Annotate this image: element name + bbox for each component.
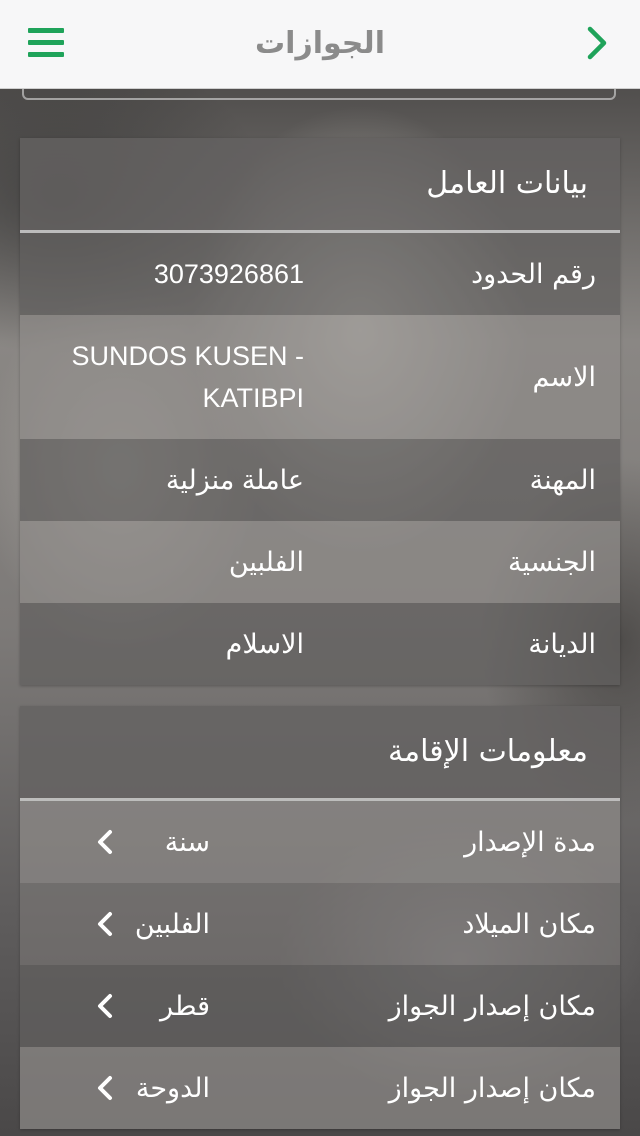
chevron-left-icon xyxy=(98,830,112,854)
row-value: الفلبين xyxy=(228,546,304,577)
row-value: سنة xyxy=(164,826,210,858)
worker-row-profession: المهنة عاملة منزلية xyxy=(20,439,620,521)
row-value: عاملة منزلية xyxy=(165,464,304,495)
residency-row-birth-place[interactable]: مكان الميلاد الفلبين xyxy=(20,883,620,965)
row-value: SUNDOS KUSEN - KATIBPI xyxy=(71,341,304,413)
menu-icon[interactable] xyxy=(28,28,64,58)
row-label: مكان الميلاد xyxy=(462,908,596,940)
chevron-left-icon xyxy=(98,912,112,936)
navigation-bar: الجوازات xyxy=(0,0,640,89)
row-value: 3073926861 xyxy=(153,258,304,289)
row-label: مدة الإصدار xyxy=(464,826,596,858)
chevron-left-icon xyxy=(98,994,112,1018)
worker-row-nationality: الجنسية الفلبين xyxy=(20,521,620,603)
row-value: الدوحة xyxy=(135,1072,210,1104)
row-label: المهنة xyxy=(529,464,596,496)
residency-row-passport-issue-city[interactable]: مكان إصدار الجواز الدوحة xyxy=(20,1047,620,1129)
worker-row-religion: الديانة الاسلام xyxy=(20,603,620,685)
worker-row-name: الاسم SUNDOS KUSEN - KATIBPI xyxy=(20,315,620,439)
row-label: مكان إصدار الجواز xyxy=(388,990,596,1022)
row-value: قطر xyxy=(160,990,210,1022)
chevron-left-icon xyxy=(98,1076,112,1100)
row-label: رقم الحدود xyxy=(471,258,596,290)
row-label: مكان إصدار الجواز xyxy=(388,1072,596,1104)
residency-row-passport-issue-place[interactable]: مكان إصدار الجواز قطر xyxy=(20,965,620,1047)
previous-card-edge xyxy=(22,88,616,100)
worker-info-title: بيانات العامل xyxy=(20,138,620,233)
residency-info-card: معلومات الإقامة مدة الإصدار سنة مكان الم… xyxy=(20,706,620,1129)
row-value: الفلبين xyxy=(134,908,210,940)
residency-info-title: معلومات الإقامة xyxy=(20,706,620,801)
page-title: الجوازات xyxy=(255,26,385,61)
chevron-right-icon[interactable] xyxy=(582,24,612,62)
row-value: الاسلام xyxy=(225,628,304,659)
residency-row-issue-duration[interactable]: مدة الإصدار سنة xyxy=(20,801,620,883)
row-label: الاسم xyxy=(532,361,597,393)
row-label: الديانة xyxy=(528,628,596,660)
worker-row-border-number: رقم الحدود 3073926861 xyxy=(20,233,620,315)
row-label: الجنسية xyxy=(507,546,596,578)
worker-info-card: بيانات العامل رقم الحدود 3073926861 الاس… xyxy=(20,138,620,685)
